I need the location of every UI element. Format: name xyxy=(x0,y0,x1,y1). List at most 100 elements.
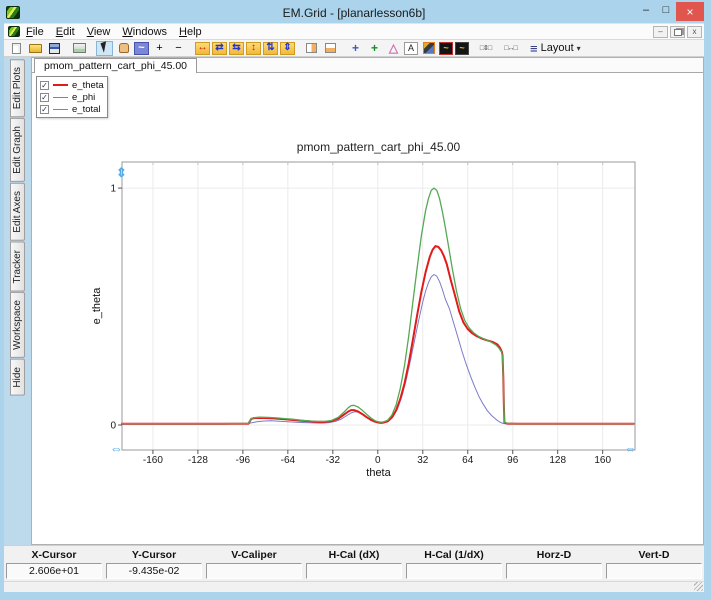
print-icon xyxy=(73,43,86,53)
legend-item-e_total[interactable]: ✓e_total xyxy=(40,103,104,115)
layout-label: Layout xyxy=(541,42,574,54)
sidebar-tab-workspace[interactable]: Workspace xyxy=(10,292,25,358)
menu-view[interactable]: View xyxy=(81,25,117,39)
checkbox[interactable]: ✓ xyxy=(40,93,49,102)
caliper-button[interactable]: △ xyxy=(385,41,402,56)
legend-line-sample xyxy=(53,97,68,98)
checkbox[interactable]: ✓ xyxy=(40,81,49,90)
expand-x-button[interactable]: ↔ xyxy=(195,42,210,55)
menu-windows[interactable]: Windows xyxy=(116,25,173,39)
axis-handle-bottom-left-icon[interactable]: ⇔ xyxy=(110,441,123,456)
compress-y-button[interactable]: ⇅ xyxy=(263,42,278,55)
status-value xyxy=(506,563,602,579)
link-x-axes-button[interactable]: □↔□ xyxy=(502,41,519,56)
legend-label: e_theta xyxy=(72,80,104,91)
minimize-button[interactable]: – xyxy=(636,2,656,18)
legend-item-e_theta[interactable]: ✓ e_theta xyxy=(40,79,104,91)
curve-style-red-button[interactable]: ~ xyxy=(439,42,453,55)
main-area: Edit PlotsEdit GraphEdit AxesTrackerWork… xyxy=(4,57,704,545)
checkbox[interactable]: ✓ xyxy=(40,105,49,114)
crosshair-button[interactable]: + xyxy=(347,41,364,56)
document-logo-icon xyxy=(8,26,20,37)
split-vertical-icon xyxy=(306,43,317,53)
expand-y-button[interactable]: ↕ xyxy=(246,42,261,55)
sidebar-tab-hide[interactable]: Hide xyxy=(10,359,25,396)
resize-grip-icon[interactable] xyxy=(694,582,703,591)
status-value: 2.606e+01 xyxy=(6,563,102,579)
open-file-button[interactable] xyxy=(27,41,44,56)
menu-file[interactable]: File xyxy=(20,25,50,39)
print-button[interactable] xyxy=(71,41,88,56)
mdi-close-button[interactable]: x xyxy=(687,26,702,38)
save-button[interactable] xyxy=(46,41,63,56)
sidebar-tab-edit-axes[interactable]: Edit Axes xyxy=(10,183,25,241)
split-vertical-button[interactable] xyxy=(303,41,320,56)
legend-line-sample xyxy=(53,84,68,86)
svg-text:-128: -128 xyxy=(188,455,208,466)
legend-label: e_phi xyxy=(72,92,95,103)
menu-edit[interactable]: Edit xyxy=(50,25,81,39)
fit-x-button[interactable]: ⇆ xyxy=(229,42,244,55)
status-strip xyxy=(4,581,704,592)
select-tool-button[interactable] xyxy=(96,41,113,56)
compress-x-button[interactable]: ⇄ xyxy=(212,42,227,55)
link-y-axes-button[interactable]: □⇕□ xyxy=(477,41,494,56)
status-header: Vert-D xyxy=(604,548,704,563)
svg-text:-64: -64 xyxy=(281,455,296,466)
menu-items: FileEditViewWindowsHelp xyxy=(20,25,208,39)
axis-handle-bottom-right-icon[interactable]: ⇔ xyxy=(624,441,637,456)
svg-text:1: 1 xyxy=(110,184,116,195)
caption-buttons: – □ × xyxy=(636,2,704,21)
select-tool-icon xyxy=(100,41,109,52)
document-panel: pmom_pattern_cart_phi_45.00 ✓ e_theta ✓ e_p… xyxy=(31,57,704,545)
tracker-button[interactable]: + xyxy=(366,41,383,56)
menu-help[interactable]: Help xyxy=(173,25,208,39)
status-column: Vert-D xyxy=(604,548,704,581)
status-column: V-Caliper xyxy=(204,548,304,581)
open-file-icon xyxy=(29,44,42,53)
layout-bars-icon: ≡ xyxy=(530,41,538,56)
save-icon xyxy=(49,43,60,54)
mdi-minimize-button[interactable]: – xyxy=(653,26,668,38)
sidebar-tab-edit-graph[interactable]: Edit Graph xyxy=(10,118,25,182)
toolbar: ~+−↔⇄⇆↕⇅⇕++△A~~□⇕□□↔□≡Layout▾ xyxy=(4,40,704,57)
status-column: Y-Cursor-9.435e-02 xyxy=(104,548,204,581)
status-header: X-Cursor xyxy=(4,548,104,563)
x-axis-label: theta xyxy=(122,467,635,479)
legend-item-e_phi[interactable]: ✓ e_phi xyxy=(40,91,104,103)
axis-handle-top-left-icon[interactable]: ⇕ xyxy=(116,165,127,181)
status-header: Horz-D xyxy=(504,548,604,563)
fit-y-button[interactable]: ⇕ xyxy=(280,42,295,55)
svg-text:0: 0 xyxy=(110,421,116,432)
zoom-out-button[interactable]: − xyxy=(170,41,187,56)
text-annotation-button[interactable]: A xyxy=(404,42,418,55)
status-column: H-Cal (1/dX) xyxy=(404,548,504,581)
mdi-restore-button[interactable] xyxy=(670,26,685,38)
sidebar-tab-edit-plots[interactable]: Edit Plots xyxy=(10,59,25,117)
split-horizontal-button[interactable] xyxy=(322,41,339,56)
status-value xyxy=(606,563,702,579)
svg-text:128: 128 xyxy=(549,455,566,466)
plot-select-button[interactable]: ~ xyxy=(134,42,149,55)
legend-line-sample xyxy=(53,109,68,110)
pan-tool-button[interactable] xyxy=(115,41,132,56)
document-tab-label: pmom_pattern_cart_phi_45.00 xyxy=(44,60,187,72)
layout-button[interactable]: ≡Layout▾ xyxy=(525,41,586,56)
status-value xyxy=(306,563,402,579)
mdi-buttons: – x xyxy=(653,26,702,38)
sidebar-tab-tracker[interactable]: Tracker xyxy=(10,242,25,292)
status-header: V-Caliper xyxy=(204,548,304,563)
menu-bar: FileEditViewWindowsHelp – x xyxy=(4,23,704,40)
plot-canvas[interactable]: ✓e_theta✓e_phi✓e_total pmom_pattern_cart… xyxy=(32,73,703,544)
curve-style-button[interactable]: ~ xyxy=(455,42,469,55)
palette-button[interactable] xyxy=(420,41,437,56)
close-button[interactable]: × xyxy=(676,2,704,21)
status-column: Horz-D xyxy=(504,548,604,581)
zoom-in-button[interactable]: + xyxy=(151,41,168,56)
new-file-button[interactable] xyxy=(8,41,25,56)
svg-text:-96: -96 xyxy=(236,455,251,466)
svg-text:32: 32 xyxy=(417,455,429,466)
document-tab[interactable]: pmom_pattern_cart_phi_45.00 xyxy=(34,58,197,73)
new-file-icon xyxy=(12,43,21,54)
maximize-button[interactable]: □ xyxy=(656,2,676,18)
